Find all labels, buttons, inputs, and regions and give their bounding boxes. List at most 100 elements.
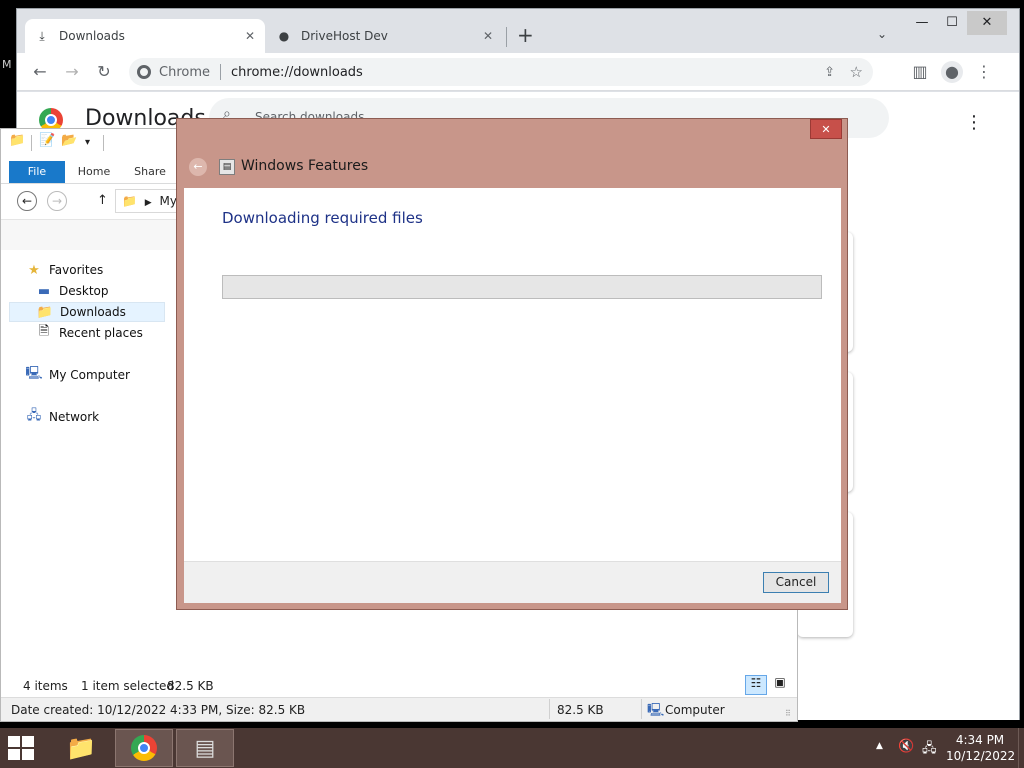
nav-network[interactable]: 🖧 Network bbox=[25, 407, 99, 427]
nav-favorites[interactable]: ★ Favorites bbox=[25, 260, 103, 280]
nav-label: Recent places bbox=[59, 326, 143, 340]
details-divider bbox=[641, 699, 642, 719]
computer-icon: 🖳 bbox=[25, 366, 43, 381]
downloads-folder-icon: 📁 bbox=[36, 304, 54, 320]
tab-file[interactable]: File bbox=[9, 161, 65, 183]
new-folder-icon[interactable]: 📂 bbox=[61, 133, 77, 148]
clock-time[interactable]: 4:34 PM bbox=[950, 733, 1010, 747]
nav-desktop[interactable]: ▬ Desktop bbox=[35, 281, 109, 301]
profile-avatar[interactable]: ● bbox=[941, 61, 963, 83]
properties-icon[interactable]: 📝 bbox=[39, 133, 55, 148]
back-button[interactable]: ← bbox=[17, 191, 37, 211]
desktop-icon: ▬ bbox=[37, 283, 51, 299]
taskbar: 📁 ▤ ▲ 🔇 🖧 4:34 PM 10/12/2022 bbox=[0, 728, 1024, 768]
details-view-button[interactable]: ☷ bbox=[745, 675, 767, 695]
qat-divider bbox=[31, 135, 32, 151]
nav-downloads[interactable]: 📁 Downloads bbox=[9, 302, 165, 322]
tab-label: Downloads bbox=[59, 29, 125, 43]
volume-muted-icon[interactable]: 🔇 bbox=[898, 739, 914, 754]
folder-arrow-icon[interactable]: 📁 bbox=[9, 133, 25, 148]
dialog-back-button[interactable]: ← bbox=[189, 158, 207, 176]
start-button[interactable] bbox=[8, 736, 38, 762]
browser-toolbar: ← → ↻ Chrome chrome://downloads ⇪ ☆ ▥ ● … bbox=[17, 53, 1019, 91]
star-icon: ★ bbox=[28, 262, 40, 278]
recent-places-icon: 🗎 bbox=[38, 324, 50, 339]
close-window-button[interactable]: ✕ bbox=[967, 11, 1007, 35]
folder-icon: 📁 bbox=[122, 194, 137, 208]
forward-button[interactable]: → bbox=[47, 191, 67, 211]
reload-button[interactable]: ↻ bbox=[93, 61, 115, 83]
show-hidden-icons-button[interactable]: ▲ bbox=[876, 741, 883, 751]
item-count: 4 items bbox=[23, 679, 68, 693]
details-divider bbox=[549, 699, 550, 719]
dialog-title: Windows Features bbox=[241, 158, 369, 174]
tab-search-icon[interactable]: ⌄ bbox=[877, 27, 887, 41]
nav-computer[interactable]: 🖳 My Computer bbox=[25, 365, 130, 385]
omnibox[interactable]: Chrome chrome://downloads ⇪ ☆ bbox=[129, 58, 873, 86]
qat-divider bbox=[103, 135, 104, 151]
network-status-icon[interactable]: 🖧 bbox=[922, 739, 937, 761]
cancel-button[interactable]: Cancel bbox=[763, 572, 829, 593]
windows-logo-icon bbox=[8, 736, 38, 760]
close-button[interactable]: ✕ bbox=[810, 119, 842, 139]
globe-icon: ● bbox=[278, 29, 290, 43]
tab-downloads[interactable]: ⤓ Downloads ✕ bbox=[25, 19, 265, 53]
show-desktop-button[interactable] bbox=[1018, 728, 1024, 768]
windows-features-icon: ▤ bbox=[219, 159, 235, 175]
taskbar-windows-features[interactable]: ▤ bbox=[176, 729, 234, 767]
qat-dropdown-icon[interactable]: ▾ bbox=[85, 137, 90, 148]
breadcrumb-arrow-icon: ▶ bbox=[144, 198, 152, 208]
nav-label: Favorites bbox=[49, 263, 104, 277]
nav-recent[interactable]: 🗎 Recent places bbox=[35, 323, 143, 343]
breadcrumb: My bbox=[159, 194, 177, 208]
maximize-button[interactable]: ☐ bbox=[937, 11, 967, 35]
nav-label: Downloads bbox=[60, 305, 126, 319]
share-icon[interactable]: ⇪ bbox=[824, 65, 835, 80]
selected-size: 82.5 KB bbox=[167, 679, 214, 693]
large-icons-view-button[interactable]: ▣ bbox=[769, 675, 791, 695]
dialog-footer: Cancel bbox=[184, 561, 841, 603]
close-tab-icon[interactable]: ✕ bbox=[245, 29, 255, 43]
nav-label: Desktop bbox=[59, 284, 109, 298]
taskbar-chrome[interactable] bbox=[115, 729, 173, 767]
address-bar[interactable]: 📁 ▶ My bbox=[115, 189, 179, 213]
clock-date[interactable]: 10/12/2022 bbox=[946, 749, 1015, 763]
tab-label: DriveHost Dev bbox=[301, 29, 388, 43]
nav-label: Network bbox=[49, 410, 100, 424]
windows-features-icon: ▤ bbox=[194, 735, 216, 761]
network-icon: 🖧 bbox=[26, 408, 42, 423]
chrome-icon bbox=[131, 735, 157, 761]
forward-button[interactable]: → bbox=[61, 61, 83, 83]
close-tab-icon[interactable]: ✕ bbox=[483, 29, 493, 43]
omnibox-divider bbox=[220, 64, 221, 80]
details-size: 82.5 KB bbox=[557, 703, 604, 717]
url-text: chrome://downloads bbox=[231, 64, 363, 80]
up-button[interactable]: ↑ bbox=[97, 193, 108, 208]
windows-features-dialog: ✕ ← ▤ Windows Features Downloading requi… bbox=[176, 118, 848, 610]
computer-icon: 🖳 bbox=[647, 703, 665, 718]
tab-drivehost[interactable]: ● DriveHost Dev ✕ bbox=[267, 19, 503, 53]
desktop-edge-text: M bbox=[2, 58, 12, 71]
chrome-icon bbox=[137, 65, 151, 79]
details-location: Computer bbox=[665, 703, 725, 717]
tab-share[interactable]: Share bbox=[123, 161, 177, 183]
details-info: Date created: 10/12/2022 4:33 PM, Size: … bbox=[11, 703, 306, 717]
new-tab-button[interactable]: + bbox=[517, 23, 534, 47]
file-explorer-icon: 📁 bbox=[66, 734, 96, 762]
taskbar-explorer[interactable]: 📁 bbox=[52, 729, 110, 767]
back-button[interactable]: ← bbox=[29, 61, 51, 83]
bookmark-star-icon[interactable]: ☆ bbox=[850, 63, 863, 81]
downloads-menu-icon[interactable]: ⋮ bbox=[965, 112, 983, 133]
site-label: Chrome bbox=[159, 64, 210, 80]
chrome-menu-icon[interactable]: ⋮ bbox=[973, 61, 995, 83]
nav-label: My Computer bbox=[49, 368, 130, 382]
side-panel-icon[interactable]: ▥ bbox=[909, 61, 931, 83]
download-icon: ⤓ bbox=[39, 28, 45, 43]
selected-count: 1 item selected bbox=[81, 679, 175, 693]
download-progress-bar bbox=[222, 275, 822, 299]
tab-home[interactable]: Home bbox=[67, 161, 121, 183]
dialog-content: Downloading required files bbox=[184, 188, 841, 561]
minimize-button[interactable]: — bbox=[907, 11, 937, 35]
dialog-heading: Downloading required files bbox=[222, 209, 423, 227]
resize-grip-icon[interactable]: ⠿ bbox=[785, 709, 791, 718]
